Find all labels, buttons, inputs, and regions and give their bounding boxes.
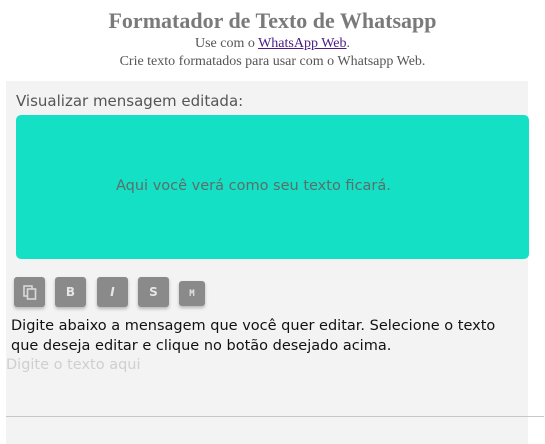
preview-label: Visualizar mensagem editada:	[16, 92, 244, 110]
subtitle: Use com o WhatsApp Web.	[0, 35, 545, 52]
page-title: Formatador de Texto de Whatsapp	[108, 8, 437, 33]
strikethrough-button[interactable]: S	[138, 277, 169, 307]
subtitle-suffix: .	[346, 36, 351, 51]
whatsapp-web-link[interactable]: WhatsApp Web	[258, 36, 346, 51]
italic-button[interactable]: I	[97, 277, 128, 307]
copy-icon	[22, 284, 37, 300]
copy-button[interactable]	[14, 277, 45, 307]
preview-placeholder: Aqui você verá como seu texto ficará.	[116, 178, 391, 194]
subtitle-prefix: Use com o	[194, 36, 259, 51]
page-description: Crie texto formatados para usar com o Wh…	[119, 54, 426, 69]
message-input[interactable]	[6, 357, 528, 415]
input-underline	[6, 416, 544, 417]
monospace-button[interactable]: M	[179, 281, 205, 306]
editor-instructions: Digite abaixo a mensagem que você quer e…	[11, 318, 496, 354]
bold-button[interactable]: B	[55, 277, 86, 307]
